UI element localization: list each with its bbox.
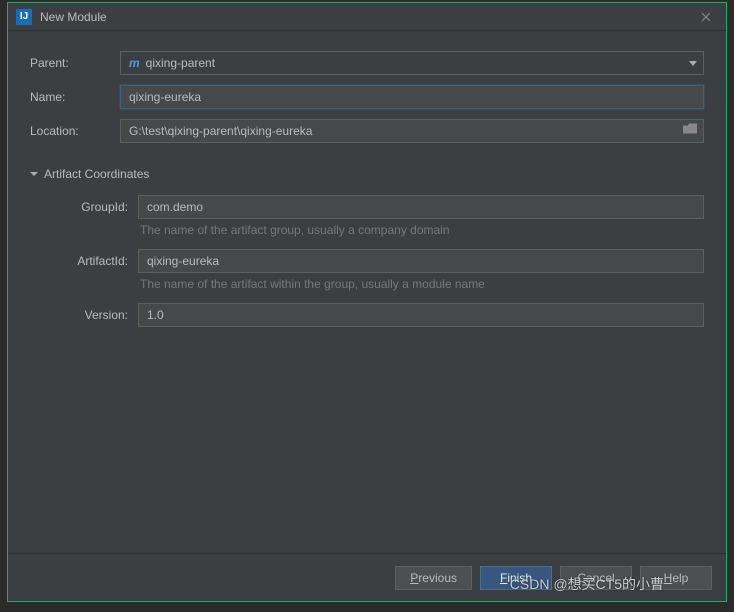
parent-value: qixing-parent (146, 56, 215, 70)
group-label: GroupId: (48, 200, 128, 214)
chevron-down-icon (30, 167, 38, 181)
version-row: Version: 1.0 (48, 303, 704, 327)
button-bar: Previous Finish Cancel Help (8, 553, 726, 601)
dialog-content: Parent: m qixing-parent Name: qixing-eur… (8, 31, 726, 553)
previous-button[interactable]: Previous (395, 566, 472, 590)
artifact-section-title: Artifact Coordinates (44, 167, 149, 181)
artifactid-value: qixing-eureka (147, 254, 219, 268)
module-type-icon: m (129, 56, 140, 70)
artifactid-label: ArtifactId: (48, 254, 128, 268)
name-label: Name: (30, 90, 110, 104)
window-title: New Module (40, 10, 107, 24)
artifactid-hint: The name of the artifact within the grou… (48, 277, 704, 291)
name-value: qixing-eureka (129, 90, 201, 104)
close-icon (701, 12, 711, 22)
version-label: Version: (48, 308, 128, 322)
parent-dropdown[interactable]: m qixing-parent (120, 51, 704, 75)
group-input[interactable]: com.demo (138, 195, 704, 219)
artifact-section: Artifact Coordinates GroupId: com.demo T… (30, 167, 704, 327)
artifact-section-header[interactable]: Artifact Coordinates (30, 167, 704, 181)
group-value: com.demo (147, 200, 203, 214)
version-value: 1.0 (147, 308, 164, 322)
titlebar: IJ New Module (8, 3, 726, 31)
app-icon: IJ (16, 9, 32, 25)
location-value: G:\test\qixing-parent\qixing-eureka (129, 124, 312, 138)
location-input[interactable]: G:\test\qixing-parent\qixing-eureka (120, 119, 704, 143)
location-label: Location: (30, 124, 110, 138)
name-input[interactable]: qixing-eureka (120, 85, 704, 109)
version-input[interactable]: 1.0 (138, 303, 704, 327)
group-hint: The name of the artifact group, usually … (48, 223, 704, 237)
artifactid-input[interactable]: qixing-eureka (138, 249, 704, 273)
artifact-fields: GroupId: com.demo The name of the artifa… (30, 195, 704, 327)
close-button[interactable] (694, 5, 718, 29)
parent-label: Parent: (30, 56, 110, 70)
artifactid-row: ArtifactId: qixing-eureka (48, 249, 704, 273)
name-row: Name: qixing-eureka (30, 85, 704, 109)
chevron-down-icon (689, 56, 697, 70)
new-module-dialog: IJ New Module Parent: m qixing-parent Na… (7, 2, 727, 602)
spacer (30, 337, 704, 543)
group-row: GroupId: com.demo (48, 195, 704, 219)
finish-button[interactable]: Finish (480, 566, 552, 590)
cancel-button[interactable]: Cancel (560, 566, 632, 590)
help-button[interactable]: Help (640, 566, 712, 590)
parent-row: Parent: m qixing-parent (30, 51, 704, 75)
folder-icon[interactable] (683, 124, 697, 139)
location-row: Location: G:\test\qixing-parent\qixing-e… (30, 119, 704, 143)
